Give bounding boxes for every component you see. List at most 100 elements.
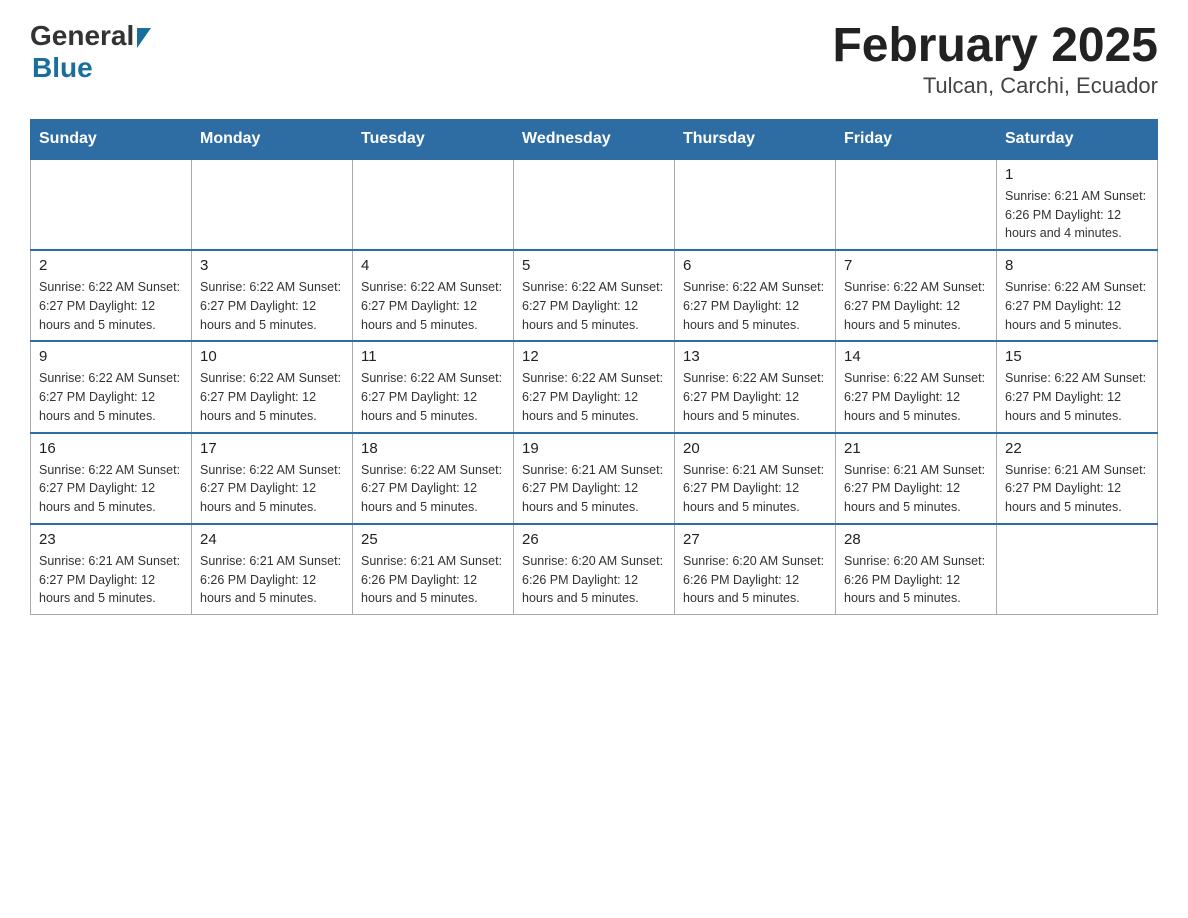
calendar-cell: 27 Sunrise: 6:20 AM Sunset: 6:26 PM Dayli… <box>675 524 836 615</box>
calendar-week-row: 2 Sunrise: 6:22 AM Sunset: 6:27 PM Daylig… <box>31 250 1158 341</box>
day-number: 3 <box>200 257 344 274</box>
weekday-header-row: Sunday Monday Tuesday Wednesday Thursday… <box>31 119 1158 159</box>
day-number: 10 <box>200 348 344 365</box>
calendar-cell: 23Sunrise: 6:21 AM Sunset: 6:27 PM Dayli… <box>31 524 192 615</box>
day-number: 14 <box>844 348 988 365</box>
logo: General Blue <box>30 20 151 84</box>
calendar-cell <box>31 159 192 250</box>
calendar-week-row: 23Sunrise: 6:21 AM Sunset: 6:27 PM Dayli… <box>31 524 1158 615</box>
header-wednesday: Wednesday <box>514 119 675 159</box>
calendar-cell: 16 Sunrise: 6:22 AM Sunset: 6:27 PM Dayli… <box>31 433 192 524</box>
day-number: 9 <box>39 348 183 365</box>
calendar-week-row: 16 Sunrise: 6:22 AM Sunset: 6:27 PM Dayli… <box>31 433 1158 524</box>
day-info: Sunrise: 6:21 AM Sunset: 6:27 PM Dayligh… <box>1005 461 1149 517</box>
day-info: Sunrise: 6:22 AM Sunset: 6:27 PM Dayligh… <box>1005 278 1149 334</box>
calendar-cell: 1Sunrise: 6:21 AM Sunset: 6:26 PM Daylig… <box>997 159 1158 250</box>
calendar-cell: 8 Sunrise: 6:22 AM Sunset: 6:27 PM Daylig… <box>997 250 1158 341</box>
calendar-cell: 20 Sunrise: 6:21 AM Sunset: 6:27 PM Dayli… <box>675 433 836 524</box>
header-sunday: Sunday <box>31 119 192 159</box>
day-info: Sunrise: 6:22 AM Sunset: 6:27 PM Dayligh… <box>361 369 505 425</box>
calendar-cell: 22 Sunrise: 6:21 AM Sunset: 6:27 PM Dayli… <box>997 433 1158 524</box>
calendar-cell: 4Sunrise: 6:22 AM Sunset: 6:27 PM Daylig… <box>353 250 514 341</box>
day-info: Sunrise: 6:22 AM Sunset: 6:27 PM Dayligh… <box>844 369 988 425</box>
day-info: Sunrise: 6:22 AM Sunset: 6:27 PM Dayligh… <box>200 369 344 425</box>
day-info: Sunrise: 6:22 AM Sunset: 6:27 PM Dayligh… <box>522 369 666 425</box>
calendar-cell: 25Sunrise: 6:21 AM Sunset: 6:26 PM Dayli… <box>353 524 514 615</box>
calendar-cell: 3Sunrise: 6:22 AM Sunset: 6:27 PM Daylig… <box>192 250 353 341</box>
calendar-cell: 21 Sunrise: 6:21 AM Sunset: 6:27 PM Dayli… <box>836 433 997 524</box>
calendar-cell: 15 Sunrise: 6:22 AM Sunset: 6:27 PM Dayli… <box>997 341 1158 432</box>
calendar-cell: 5 Sunrise: 6:22 AM Sunset: 6:27 PM Daylig… <box>514 250 675 341</box>
calendar-cell <box>675 159 836 250</box>
day-info: Sunrise: 6:20 AM Sunset: 6:26 PM Dayligh… <box>844 552 988 608</box>
day-number: 12 <box>522 348 666 365</box>
calendar-cell: 13Sunrise: 6:22 AM Sunset: 6:27 PM Dayli… <box>675 341 836 432</box>
day-info: Sunrise: 6:22 AM Sunset: 6:27 PM Dayligh… <box>39 369 183 425</box>
logo-blue-text: Blue <box>32 52 93 84</box>
day-info: Sunrise: 6:20 AM Sunset: 6:26 PM Dayligh… <box>522 552 666 608</box>
calendar-table: Sunday Monday Tuesday Wednesday Thursday… <box>30 119 1158 615</box>
day-info: Sunrise: 6:22 AM Sunset: 6:27 PM Dayligh… <box>39 461 183 517</box>
header-monday: Monday <box>192 119 353 159</box>
day-number: 4 <box>361 257 505 274</box>
day-info: Sunrise: 6:22 AM Sunset: 6:27 PM Dayligh… <box>683 369 827 425</box>
day-info: Sunrise: 6:21 AM Sunset: 6:27 PM Dayligh… <box>39 552 183 608</box>
calendar-cell: 19 Sunrise: 6:21 AM Sunset: 6:27 PM Dayli… <box>514 433 675 524</box>
calendar-cell: 14 Sunrise: 6:22 AM Sunset: 6:27 PM Dayli… <box>836 341 997 432</box>
calendar-cell: 12 Sunrise: 6:22 AM Sunset: 6:27 PM Dayli… <box>514 341 675 432</box>
day-number: 7 <box>844 257 988 274</box>
day-number: 28 <box>844 531 988 548</box>
day-number: 5 <box>522 257 666 274</box>
day-number: 18 <box>361 440 505 457</box>
day-number: 19 <box>522 440 666 457</box>
logo-general-text: General <box>30 20 134 52</box>
day-number: 2 <box>39 257 183 274</box>
calendar-cell: 9 Sunrise: 6:22 AM Sunset: 6:27 PM Daylig… <box>31 341 192 432</box>
day-number: 17 <box>200 440 344 457</box>
day-info: Sunrise: 6:21 AM Sunset: 6:26 PM Dayligh… <box>200 552 344 608</box>
calendar-cell: 26 Sunrise: 6:20 AM Sunset: 6:26 PM Dayli… <box>514 524 675 615</box>
day-number: 16 <box>39 440 183 457</box>
calendar-cell: 10 Sunrise: 6:22 AM Sunset: 6:27 PM Dayli… <box>192 341 353 432</box>
calendar-cell: 11 Sunrise: 6:22 AM Sunset: 6:27 PM Dayli… <box>353 341 514 432</box>
calendar-cell <box>353 159 514 250</box>
page-title: February 2025 <box>832 20 1158 73</box>
day-info: Sunrise: 6:21 AM Sunset: 6:27 PM Dayligh… <box>844 461 988 517</box>
day-number: 6 <box>683 257 827 274</box>
day-info: Sunrise: 6:21 AM Sunset: 6:26 PM Dayligh… <box>361 552 505 608</box>
day-number: 26 <box>522 531 666 548</box>
day-info: Sunrise: 6:21 AM Sunset: 6:26 PM Dayligh… <box>1005 187 1149 243</box>
logo-triangle-icon <box>137 28 151 48</box>
day-info: Sunrise: 6:21 AM Sunset: 6:27 PM Dayligh… <box>683 461 827 517</box>
calendar-cell: 17 Sunrise: 6:22 AM Sunset: 6:27 PM Dayli… <box>192 433 353 524</box>
calendar-cell <box>997 524 1158 615</box>
day-number: 21 <box>844 440 988 457</box>
day-info: Sunrise: 6:21 AM Sunset: 6:27 PM Dayligh… <box>522 461 666 517</box>
day-number: 20 <box>683 440 827 457</box>
page-subtitle: Tulcan, Carchi, Ecuador <box>832 73 1158 99</box>
day-number: 15 <box>1005 348 1149 365</box>
day-number: 24 <box>200 531 344 548</box>
day-number: 11 <box>361 348 505 365</box>
header-thursday: Thursday <box>675 119 836 159</box>
day-info: Sunrise: 6:20 AM Sunset: 6:26 PM Dayligh… <box>683 552 827 608</box>
day-info: Sunrise: 6:22 AM Sunset: 6:27 PM Dayligh… <box>361 461 505 517</box>
header-tuesday: Tuesday <box>353 119 514 159</box>
calendar-week-row: 9 Sunrise: 6:22 AM Sunset: 6:27 PM Daylig… <box>31 341 1158 432</box>
page-header: General Blue February 2025 Tulcan, Carch… <box>30 20 1158 99</box>
title-area: February 2025 Tulcan, Carchi, Ecuador <box>832 20 1158 99</box>
day-info: Sunrise: 6:22 AM Sunset: 6:27 PM Dayligh… <box>683 278 827 334</box>
day-info: Sunrise: 6:22 AM Sunset: 6:27 PM Dayligh… <box>39 278 183 334</box>
day-info: Sunrise: 6:22 AM Sunset: 6:27 PM Dayligh… <box>522 278 666 334</box>
calendar-cell: 7Sunrise: 6:22 AM Sunset: 6:27 PM Daylig… <box>836 250 997 341</box>
calendar-cell: 6 Sunrise: 6:22 AM Sunset: 6:27 PM Daylig… <box>675 250 836 341</box>
day-info: Sunrise: 6:22 AM Sunset: 6:27 PM Dayligh… <box>200 461 344 517</box>
day-number: 22 <box>1005 440 1149 457</box>
calendar-cell: 18 Sunrise: 6:22 AM Sunset: 6:27 PM Dayli… <box>353 433 514 524</box>
calendar-cell: 28 Sunrise: 6:20 AM Sunset: 6:26 PM Dayli… <box>836 524 997 615</box>
day-number: 27 <box>683 531 827 548</box>
calendar-week-row: 1Sunrise: 6:21 AM Sunset: 6:26 PM Daylig… <box>31 159 1158 250</box>
day-number: 8 <box>1005 257 1149 274</box>
header-saturday: Saturday <box>997 119 1158 159</box>
day-info: Sunrise: 6:22 AM Sunset: 6:27 PM Dayligh… <box>1005 369 1149 425</box>
